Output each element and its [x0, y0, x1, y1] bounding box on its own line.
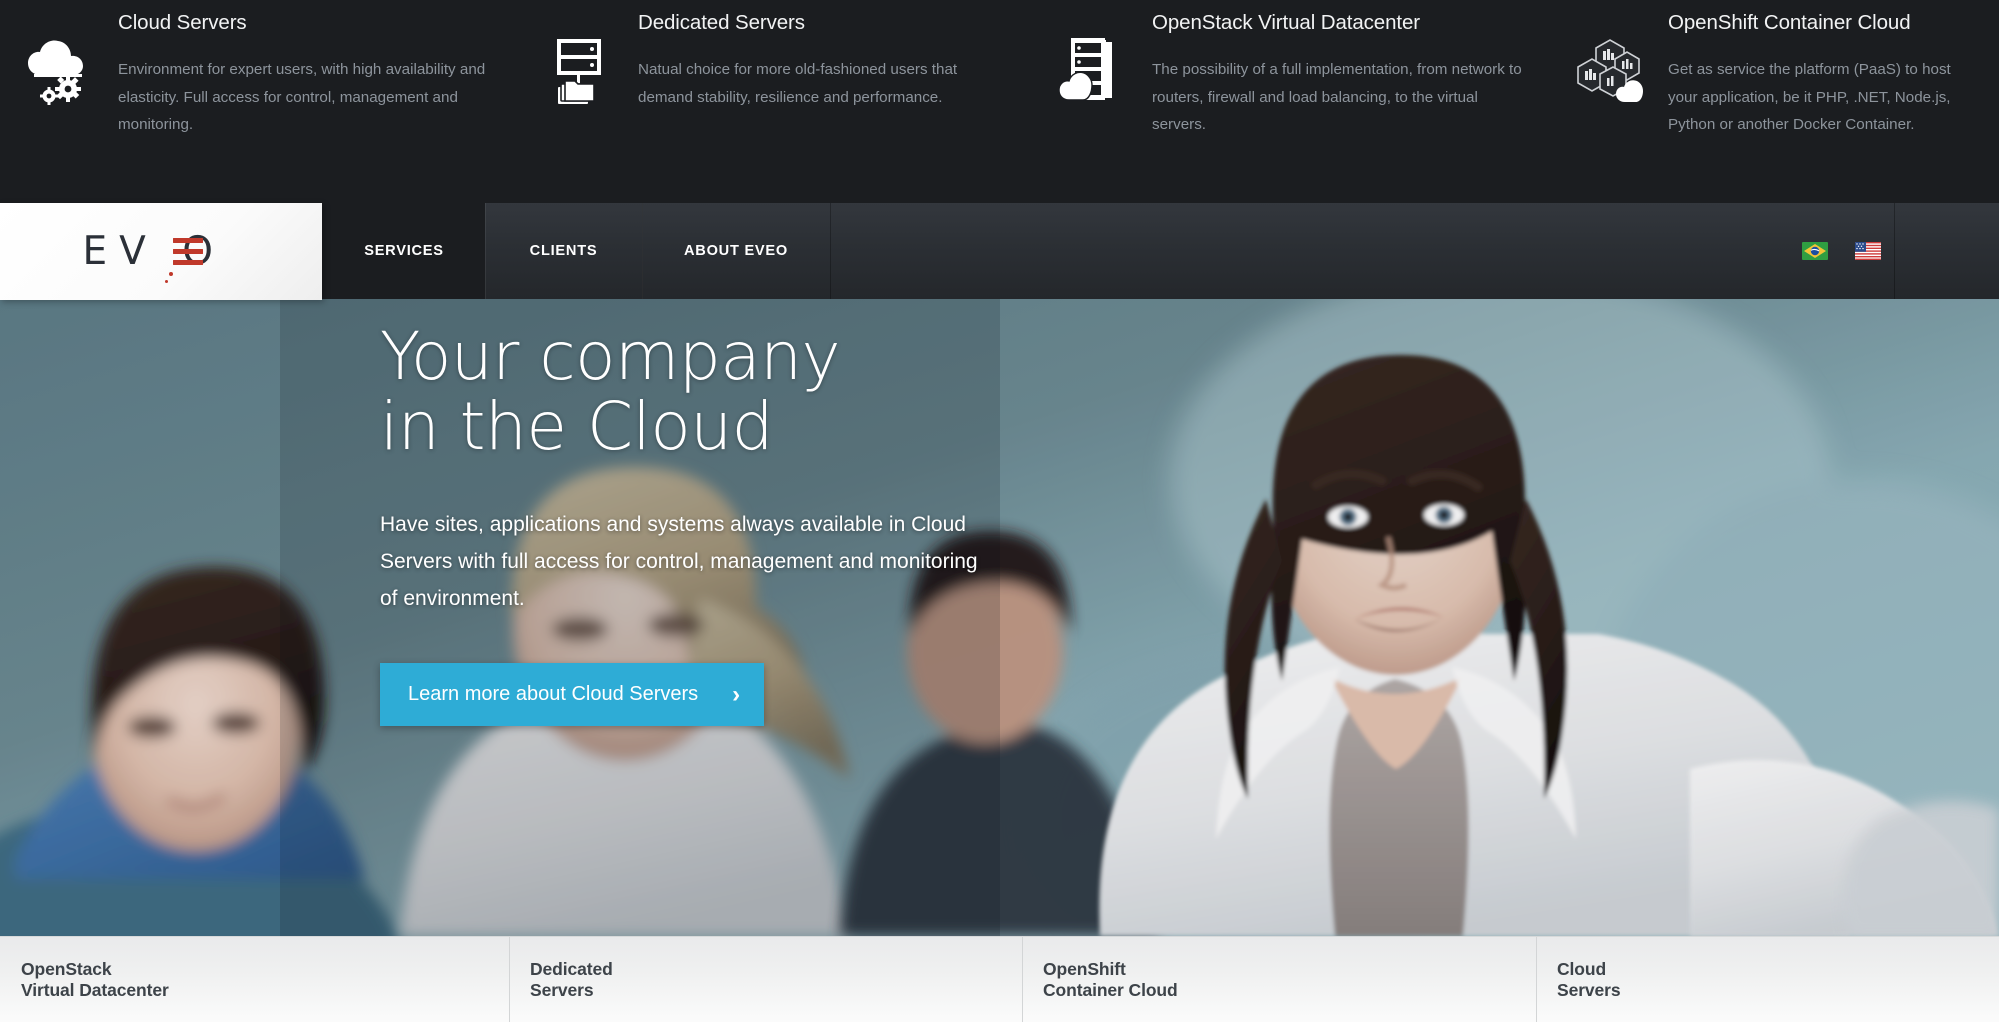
learn-more-cloud-servers-button[interactable]: Learn more about Cloud Servers › — [380, 663, 765, 726]
top-service-title: OpenShift Container Cloud — [1668, 11, 1911, 34]
page-root: Cloud Servers Environment for expert use… — [0, 0, 1999, 1022]
bottom-service-cards: OpenStack Virtual Datacenter Dedicated S… — [0, 936, 1999, 1022]
dedicated-server-icon — [520, 6, 638, 116]
bottom-card-text: Dedicated Servers — [530, 959, 613, 1001]
top-service-description: Natual choice for more old-fashioned use… — [638, 61, 958, 106]
language-switcher — [1802, 203, 1881, 299]
logo-wordmark: EV O — [82, 228, 225, 274]
top-service-body: OpenStack Virtual Datacenter The possibi… — [1152, 6, 1544, 139]
bottom-card-cloud-servers[interactable]: Cloud Servers — [1536, 937, 1999, 1022]
bottom-card-openshift-container-cloud[interactable]: OpenShift Container Cloud — [1022, 937, 1536, 1022]
bottom-card-text: OpenStack Virtual Datacenter — [21, 959, 169, 1001]
nav-item-clients[interactable]: CLIENTS — [485, 203, 643, 299]
hero-title-line1: Your company — [380, 318, 841, 395]
logo-dot-small-icon — [164, 279, 168, 283]
cta-label: Learn more about Cloud Servers — [408, 683, 699, 705]
bottom-card-line2: Servers — [530, 979, 594, 1000]
hero-banner: Your company in the Cloud Have sites, ap… — [0, 299, 1999, 936]
bottom-card-line2: Container Cloud — [1043, 979, 1178, 1000]
top-service-body: OpenShift Container Cloud Get as service… — [1668, 6, 1999, 139]
nav-right-divider — [1894, 203, 1895, 299]
bottom-card-openstack-virtual-datacenter[interactable]: OpenStack Virtual Datacenter — [0, 937, 509, 1022]
eveo-logo-mark: EV O — [79, 226, 244, 283]
bottom-card-line1: OpenShift — [1043, 958, 1126, 979]
top-service-description: Get as service the platform (PaaS) to ho… — [1668, 61, 1951, 133]
top-service-body: Dedicated Servers Natual choice for more… — [638, 6, 1034, 111]
top-service-description: Environment for expert users, with high … — [118, 61, 486, 133]
bottom-card-line1: Cloud — [1557, 958, 1607, 979]
site-logo[interactable]: EV O — [0, 203, 322, 300]
nav-item-services[interactable]: SERVICES — [323, 203, 485, 299]
hero-background-photo — [0, 299, 1999, 936]
rack-cloud-icon — [1034, 6, 1152, 116]
top-service-body: Cloud Servers Environment for expert use… — [118, 6, 520, 139]
cloud-gears-icon — [0, 6, 118, 116]
top-service-dedicated-servers[interactable]: Dedicated Servers Natual choice for more… — [520, 0, 1034, 203]
nav-item-label: ABOUT EVEO — [684, 243, 788, 259]
hero-title-line2: in the Cloud — [380, 388, 773, 465]
hero-title: Your company in the Cloud — [380, 322, 980, 462]
logo-dot-large-icon — [168, 271, 173, 276]
bottom-card-line1: OpenStack — [21, 958, 112, 979]
hero-content: Your company in the Cloud Have sites, ap… — [380, 322, 980, 726]
nav-item-label: SERVICES — [364, 243, 444, 259]
logo-e-bars-icon — [172, 237, 203, 271]
container-hex-cloud-icon — [1550, 6, 1668, 116]
bottom-card-text: Cloud Servers — [1557, 959, 1621, 1001]
bottom-card-line1: Dedicated — [530, 958, 613, 979]
usa-flag-icon[interactable] — [1855, 242, 1881, 260]
bottom-card-text: OpenShift Container Cloud — [1043, 959, 1178, 1001]
top-service-openstack-virtual-datacenter[interactable]: OpenStack Virtual Datacenter The possibi… — [1034, 0, 1550, 203]
top-service-cloud-servers[interactable]: Cloud Servers Environment for expert use… — [0, 0, 520, 203]
top-service-title: Cloud Servers — [118, 11, 247, 34]
nav-menu: SERVICES CLIENTS ABOUT EVEO — [323, 203, 831, 299]
bottom-card-line2: Servers — [1557, 979, 1621, 1000]
top-service-description: The possibility of a full implementation… — [1152, 61, 1522, 133]
brazil-flag-icon[interactable] — [1802, 242, 1828, 260]
top-services-strip: Cloud Servers Environment for expert use… — [0, 0, 1999, 203]
top-service-openshift-container-cloud[interactable]: OpenShift Container Cloud Get as service… — [1550, 0, 1999, 203]
bottom-card-line2: Virtual Datacenter — [21, 979, 169, 1000]
hero-subtitle: Have sites, applications and systems alw… — [380, 513, 978, 610]
nav-item-label: CLIENTS — [529, 243, 598, 259]
bottom-card-dedicated-servers[interactable]: Dedicated Servers — [509, 937, 1022, 1022]
top-service-title: OpenStack Virtual Datacenter — [1152, 11, 1421, 34]
nav-item-about-eveo[interactable]: ABOUT EVEO — [642, 203, 831, 299]
top-service-title: Dedicated Servers — [638, 11, 805, 34]
